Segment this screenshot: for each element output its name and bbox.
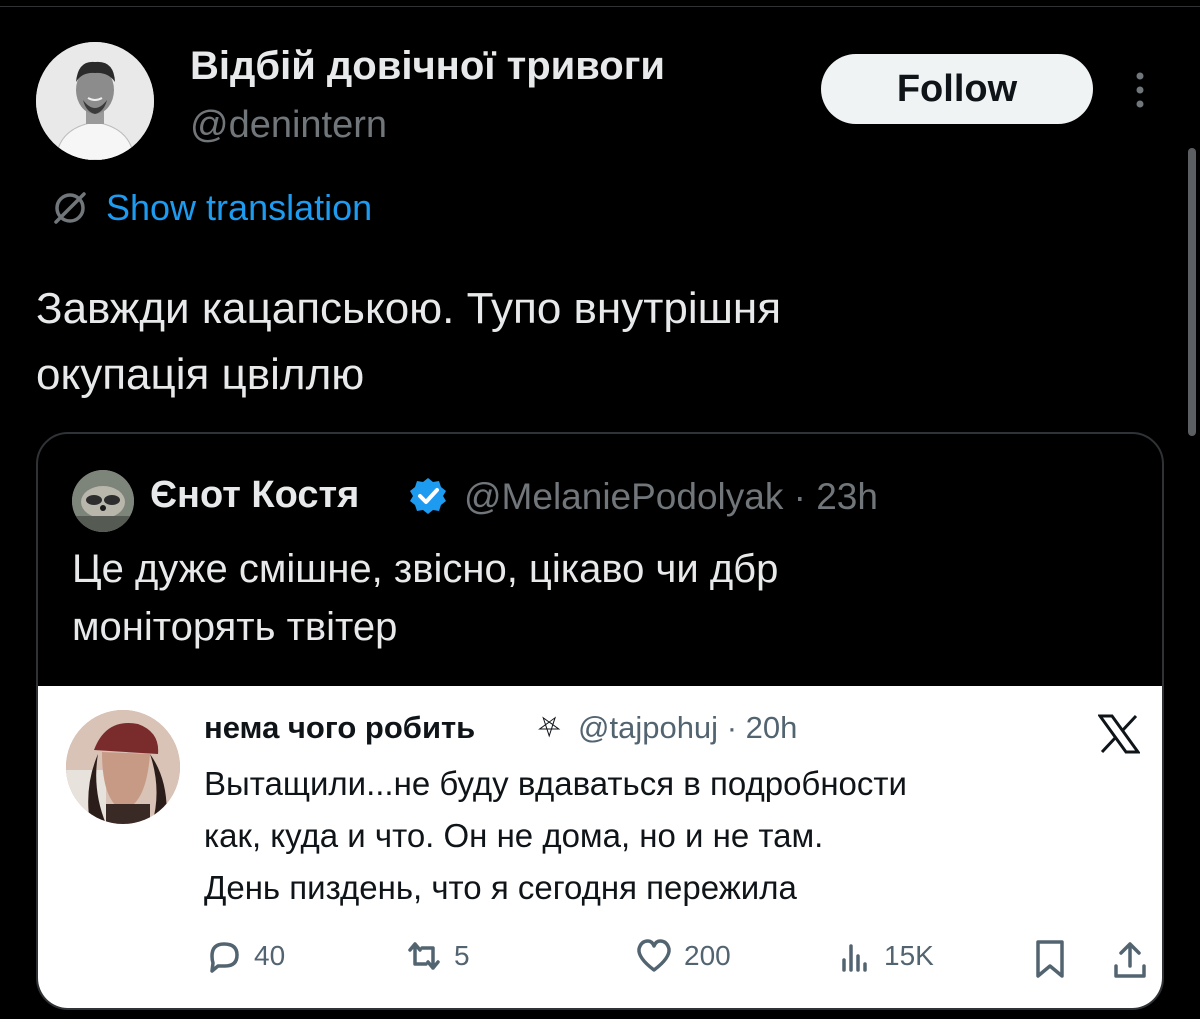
repost-icon bbox=[408, 942, 440, 970]
like-count: 200 bbox=[684, 940, 731, 971]
embedded-timestamp: 20h bbox=[745, 710, 798, 745]
like-icon bbox=[637, 939, 671, 972]
embedded-author-display-name: нема чого робить bbox=[204, 710, 476, 745]
repost-action: 5 bbox=[404, 936, 470, 976]
author-display-name[interactable]: Відбій довічної тривоги bbox=[190, 44, 665, 89]
views-count: 15K bbox=[884, 940, 934, 971]
show-translation-link[interactable]: Show translation bbox=[48, 186, 372, 230]
views-icon bbox=[842, 944, 867, 972]
more-icon[interactable] bbox=[1128, 70, 1152, 110]
embedded-author-avatar bbox=[66, 710, 180, 824]
embedded-name-symbol: ⛧ bbox=[538, 712, 561, 743]
tweet-text-line: окупація цвіллю bbox=[36, 350, 365, 399]
translate-icon bbox=[54, 192, 86, 224]
x-logo-icon bbox=[1098, 714, 1140, 754]
embedded-text-line: Вытащили...не буду вдаваться в подробнос… bbox=[204, 765, 907, 802]
embedded-action-bar: 40 5 200 15K bbox=[204, 936, 1146, 986]
embedded-text-line: как, куда и что. Он не дома, но и не там… bbox=[204, 817, 824, 854]
quoted-tweet-card[interactable]: Єнот Костя @MelaniePodolyak · 23h Це дуж… bbox=[36, 432, 1164, 1010]
embedded-tweet-text: Вытащили...не буду вдаваться в подробнос… bbox=[204, 758, 1134, 914]
meta-separator: · bbox=[793, 476, 806, 517]
author-avatar[interactable] bbox=[36, 42, 154, 160]
author-handle[interactable]: @denintern bbox=[190, 104, 387, 147]
repost-count: 5 bbox=[454, 940, 470, 971]
quote-text-line: моніторять твітер bbox=[72, 605, 398, 649]
top-divider bbox=[0, 6, 1200, 7]
follow-button[interactable]: Follow bbox=[821, 54, 1093, 124]
verified-icon bbox=[410, 478, 446, 514]
embedded-tweet-image[interactable]: нема чого робить ⛧ @tajpohuj · 20h Вытащ… bbox=[38, 686, 1162, 1008]
quote-author-handle[interactable]: @MelaniePodolyak bbox=[464, 476, 783, 517]
tweet-text-line: Завжди кацапською. Тупо внутрішня bbox=[36, 284, 782, 333]
embedded-meta: @tajpohuj · 20h bbox=[578, 710, 797, 746]
reply-count: 40 bbox=[254, 940, 286, 971]
views-action: 15K bbox=[834, 936, 934, 976]
quote-author-display-name[interactable]: Єнот Костя bbox=[150, 474, 359, 517]
quote-author-avatar[interactable] bbox=[72, 470, 134, 532]
quote-timestamp[interactable]: 23h bbox=[816, 476, 878, 517]
scrollbar[interactable] bbox=[1188, 148, 1196, 436]
quote-text-line: Це дуже смішне, звісно, цікаво чи дбр bbox=[72, 547, 779, 591]
reply-icon bbox=[210, 942, 239, 973]
tweet-text: Завжди кацапською. Тупо внутрішня окупац… bbox=[36, 276, 1156, 408]
like-action: 200 bbox=[634, 936, 731, 976]
bookmark-icon bbox=[1036, 940, 1064, 978]
reply-action: 40 bbox=[204, 936, 285, 976]
embedded-author-handle: @tajpohuj bbox=[578, 710, 719, 745]
show-translation-label: Show translation bbox=[106, 187, 373, 228]
quote-meta: @MelaniePodolyak · 23h bbox=[464, 476, 878, 518]
meta-separator: · bbox=[726, 710, 738, 745]
embedded-text-line: День пиздень, что я сегодня пережила bbox=[204, 869, 797, 906]
share-icon bbox=[1114, 942, 1146, 978]
quote-text: Це дуже смішне, звісно, цікаво чи дбр мо… bbox=[72, 540, 1132, 656]
